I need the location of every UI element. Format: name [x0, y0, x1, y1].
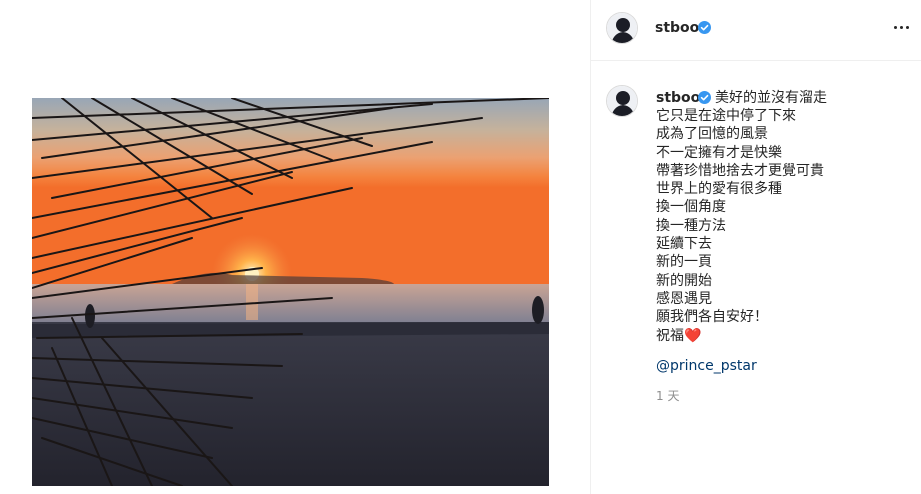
header-divider: [591, 60, 921, 61]
caption-line: 換一個角度: [656, 199, 726, 216]
more-options-icon: [894, 26, 897, 29]
mention-link[interactable]: @prince_pstar: [656, 357, 757, 375]
post-media-pane: [0, 0, 590, 494]
caption-line: 帶著珍惜地捨去才更覺可貴: [656, 162, 824, 179]
more-options-icon: [906, 26, 909, 29]
caption-line: 美好的並沒有溜走: [715, 90, 827, 106]
verified-badge-icon: [698, 21, 711, 34]
caption-line: 不一定擁有才是快樂: [656, 144, 782, 161]
caption-line: 祝福: [656, 327, 684, 344]
more-options-icon: [900, 26, 903, 29]
post-header: stboo: [591, 0, 921, 60]
caption-line: 新的開始: [656, 272, 712, 289]
caption-line: 延續下去: [656, 236, 712, 253]
caption-avatar[interactable]: [606, 85, 638, 117]
caption-line: 感恩遇見: [656, 290, 712, 307]
avatar-image: [607, 13, 637, 43]
header-username[interactable]: stboo: [655, 19, 699, 37]
heart-emoji-icon: ❤️: [684, 327, 702, 344]
caption-line: 它只是在途中停了下來: [656, 108, 796, 124]
avatar[interactable]: [606, 12, 638, 44]
caption-line: 世界上的愛有很多種: [656, 181, 782, 198]
post-photo[interactable]: [32, 98, 549, 486]
caption-line: 新的一頁: [656, 254, 712, 271]
caption-line-last: 祝福❤️: [656, 327, 911, 345]
caption-text: 它只是在途中停了下來 成為了回憶的風景 不一定擁有才是快樂 帶著珍惜地捨去才更覺…: [656, 107, 911, 345]
caption-line: 願我們各自安好！: [656, 309, 768, 326]
caption-line: 成為了回憶的風景: [656, 126, 768, 143]
verified-badge-icon: [698, 91, 711, 104]
post-timestamp[interactable]: 1 天: [656, 388, 679, 404]
avatar-image: [607, 86, 637, 116]
more-options-button[interactable]: [891, 20, 911, 36]
caption-line: 換一種方法: [656, 217, 726, 234]
caption-username[interactable]: stboo: [656, 89, 700, 107]
post-sidebar: stboo stboo 美好的並沒有溜走 它只是在途中停了下來 成為了回憶的風景…: [591, 0, 921, 494]
